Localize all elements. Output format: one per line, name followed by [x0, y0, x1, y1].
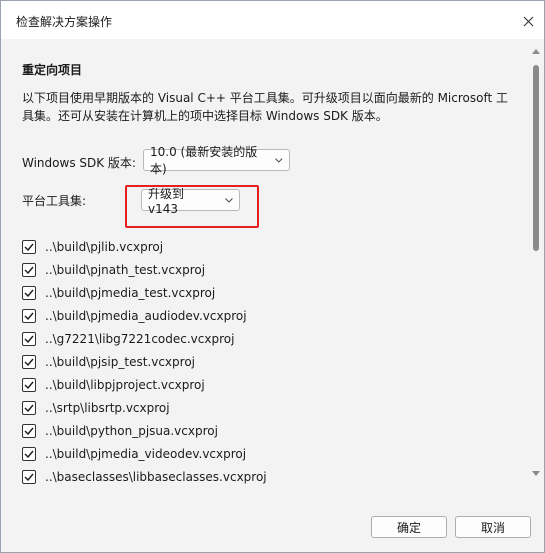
project-path: ..\build\pjmedia_videodev.vcxproj: [45, 446, 247, 461]
list-item[interactable]: ..\build\pjmedia_videodev.vcxproj: [22, 442, 246, 465]
checkmark-icon: [24, 358, 34, 366]
project-path: ..\build\python_pjsua.vcxproj: [45, 423, 218, 438]
title-bar: 检查解决方案操作: [1, 1, 544, 39]
list-item[interactable]: ..\build\libpjproject.vcxproj: [22, 373, 205, 396]
scroll-content: 重定向项目 以下项目使用早期版本的 Visual C++ 平台工具集。可升级项目…: [2, 39, 527, 489]
close-button[interactable]: [518, 11, 538, 31]
checkmark-icon: [24, 427, 34, 435]
list-item[interactable]: ..\build\pjnath_test.vcxproj: [22, 258, 205, 281]
checkbox-checked[interactable]: [22, 262, 36, 277]
project-path: ..\build\pjsip_test.vcxproj: [45, 354, 195, 369]
window-title: 检查解决方案操作: [16, 15, 113, 29]
ok-button[interactable]: 确定: [371, 516, 447, 538]
section-description: 以下项目使用早期版本的 Visual C++ 平台工具集。可升级项目以面向最新的…: [22, 91, 508, 123]
checkbox-checked[interactable]: [22, 423, 36, 438]
checkbox-checked[interactable]: [22, 377, 36, 392]
list-item[interactable]: ..\build\pjmedia_audiodev.vcxproj: [22, 304, 247, 327]
scrollbar-thumb[interactable]: [533, 65, 539, 251]
list-item[interactable]: ..\build\python_pjsua.vcxproj: [22, 419, 218, 442]
cancel-button[interactable]: 取消: [455, 516, 531, 538]
checkmark-icon: [24, 335, 34, 343]
list-item[interactable]: ..\build\pjmedia_test.vcxproj: [22, 281, 215, 304]
checkmark-icon: [24, 312, 34, 320]
project-path: ..\build\pjnath_test.vcxproj: [45, 262, 206, 277]
checkbox-checked[interactable]: [22, 239, 36, 254]
project-path: ..\srtp\libsrtp.vcxproj: [45, 400, 170, 415]
checkbox-checked[interactable]: [22, 331, 36, 346]
list-item[interactable]: ..\build\pjlib.vcxproj: [22, 235, 163, 258]
checkbox-checked[interactable]: [22, 354, 36, 369]
checkmark-icon: [24, 450, 34, 458]
project-path: ..\g7221\libg7221codec.vcxproj: [45, 331, 235, 346]
section-title: 重定向项目: [22, 63, 83, 77]
checkbox-checked[interactable]: [22, 446, 36, 461]
toolset-label: 平台工具集:: [22, 194, 87, 208]
sdk-version-label: Windows SDK 版本:: [22, 156, 136, 170]
project-path: ..\build\pjmedia_audiodev.vcxproj: [45, 308, 247, 323]
project-path: ..\build\pjlib.vcxproj: [45, 239, 164, 254]
chevron-down-icon: [275, 157, 283, 163]
checkmark-icon: [24, 381, 34, 389]
scroll-up-arrow-icon[interactable]: [528, 49, 544, 59]
checkbox-checked[interactable]: [22, 469, 36, 484]
list-item[interactable]: ..\baseclasses\libbaseclasses.vcxproj: [22, 465, 267, 488]
highlight-annotation: [125, 185, 259, 228]
checkbox-checked[interactable]: [22, 285, 36, 300]
checkmark-icon: [24, 404, 34, 412]
checkmark-icon: [24, 266, 34, 274]
checkmark-icon: [24, 289, 34, 297]
checkbox-checked[interactable]: [22, 400, 36, 415]
sdk-version-select[interactable]: 10.0 (最新安装的版本): [143, 145, 290, 176]
project-path: ..\build\libpjproject.vcxproj: [45, 377, 205, 392]
dialog-window: 检查解决方案操作 重定向项目 以下项目使用早期版本的 Visual C++ 平台…: [0, 0, 545, 553]
vertical-scrollbar[interactable]: [528, 39, 544, 489]
list-item[interactable]: ..\build\pjsip_test.vcxproj: [22, 350, 195, 373]
checkbox-checked[interactable]: [22, 308, 36, 323]
dialog-footer: 确定 取消: [1, 489, 544, 552]
checkmark-icon: [24, 243, 34, 251]
sdk-version-value: 10.0 (最新安装的版本): [150, 145, 258, 176]
list-item[interactable]: ..\g7221\libg7221codec.vcxproj: [22, 327, 234, 350]
checkmark-icon: [24, 473, 34, 481]
list-item[interactable]: ..\srtp\libsrtp.vcxproj: [22, 396, 170, 419]
project-path: ..\build\pjmedia_test.vcxproj: [45, 285, 216, 300]
project-path: ..\baseclasses\libbaseclasses.vcxproj: [45, 469, 267, 484]
scroll-down-arrow-icon[interactable]: [528, 471, 544, 481]
close-icon: [523, 16, 533, 26]
